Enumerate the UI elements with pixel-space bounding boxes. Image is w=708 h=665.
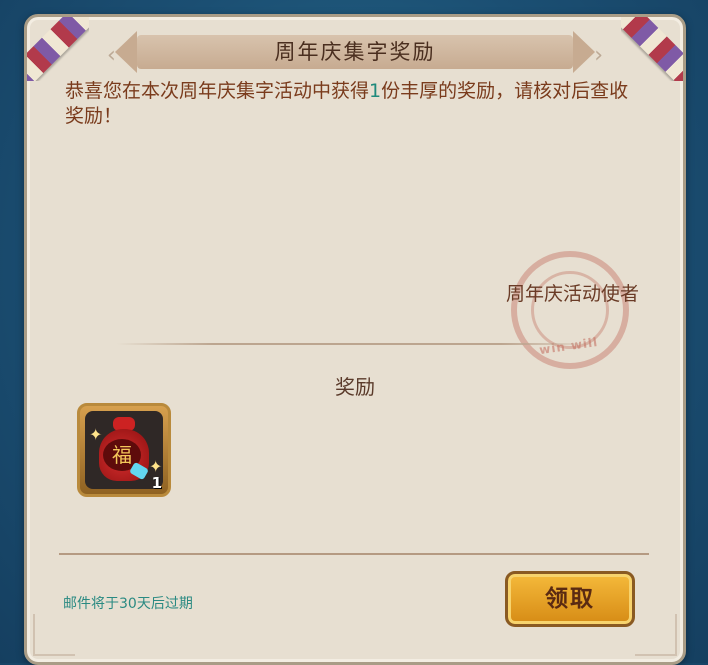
dialog-title: 周年庆集字奖励 <box>115 31 595 73</box>
reward-section-title: 奖励 <box>335 375 375 399</box>
reward-item-count: 1 <box>151 474 162 492</box>
mail-sender: 周年庆活动使者 <box>505 283 639 305</box>
footer-divider <box>59 553 649 555</box>
sparkle-icon: ✦ <box>89 425 103 444</box>
corner-ribbon-left <box>27 17 89 81</box>
section-divider <box>117 343 597 345</box>
stamp-seal: win will <box>511 251 629 369</box>
reward-item-slot[interactable]: 福 ✦ ✦ 1 <box>77 403 171 497</box>
corner-decoration-left <box>33 614 75 656</box>
message-count: 1 <box>369 80 382 102</box>
title-right-arrow-icon: › <box>594 43 603 68</box>
mail-message: 恭喜您在本次周年庆集字活动中获得1份丰厚的奖励，请核对后查收奖励！ <box>65 79 645 129</box>
message-text-1: 恭喜您在本次周年庆集字活动中获得 <box>65 80 370 102</box>
claim-button[interactable]: 领取 <box>505 571 635 627</box>
corner-decoration-right <box>635 614 677 656</box>
reward-mail-dialog: ‹ 周年庆集字奖励 › 恭喜您在本次周年庆集字活动中获得1份丰厚的奖励，请核对后… <box>24 14 686 665</box>
expiry-notice: 邮件将于30天后过期 <box>63 596 193 612</box>
corner-ribbon-right <box>621 17 683 81</box>
